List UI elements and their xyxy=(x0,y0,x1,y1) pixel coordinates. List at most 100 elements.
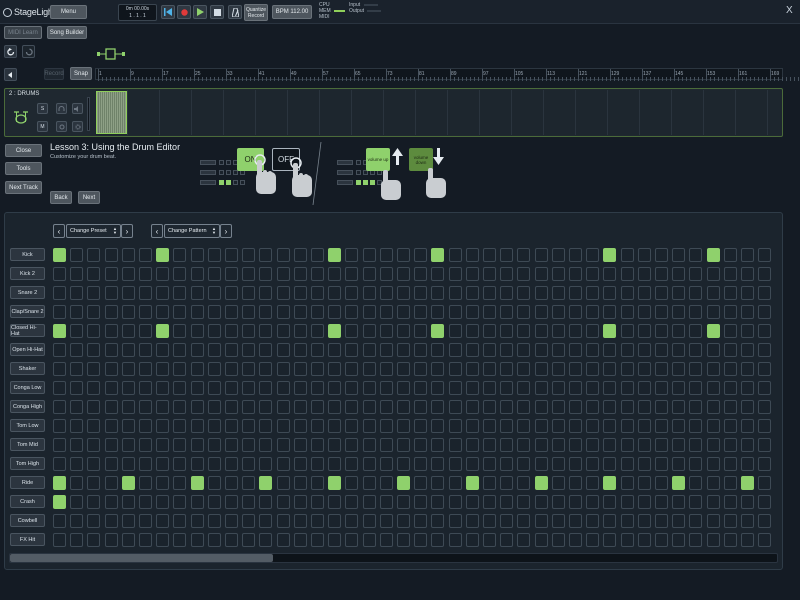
step-cell[interactable] xyxy=(207,476,221,490)
step-cell[interactable] xyxy=(517,305,531,319)
step-cell[interactable] xyxy=(448,381,462,395)
step-cell[interactable] xyxy=(620,438,634,452)
step-cell[interactable] xyxy=(328,286,342,300)
step-cell[interactable] xyxy=(156,495,170,509)
step-cell[interactable] xyxy=(689,400,703,414)
step-cell[interactable] xyxy=(414,362,428,376)
step-cell[interactable] xyxy=(70,362,84,376)
step-cell[interactable] xyxy=(637,514,651,528)
step-cell[interactable] xyxy=(500,286,514,300)
step-cell[interactable] xyxy=(741,438,754,452)
step-cell[interactable] xyxy=(70,476,84,490)
step-cell[interactable] xyxy=(414,324,428,338)
step-cell[interactable] xyxy=(311,381,324,395)
step-cell[interactable] xyxy=(379,457,393,471)
step-cell[interactable] xyxy=(741,305,754,319)
step-cell[interactable] xyxy=(741,343,754,357)
step-cell[interactable] xyxy=(345,248,359,262)
step-cell[interactable] xyxy=(379,495,393,509)
step-cell[interactable] xyxy=(569,457,582,471)
step-cell[interactable] xyxy=(603,267,617,281)
step-cell[interactable] xyxy=(723,514,737,528)
step-cell[interactable] xyxy=(397,495,410,509)
step-cell[interactable] xyxy=(741,419,754,433)
step-cell[interactable] xyxy=(345,514,359,528)
step-cell[interactable] xyxy=(345,438,359,452)
step-cell[interactable] xyxy=(741,267,754,281)
step-cell[interactable] xyxy=(173,324,187,338)
step-cell[interactable] xyxy=(500,438,514,452)
step-cell[interactable] xyxy=(190,438,204,452)
step-cell[interactable] xyxy=(448,419,462,433)
step-cell[interactable] xyxy=(53,457,66,471)
step-cell[interactable] xyxy=(379,476,393,490)
step-cell[interactable] xyxy=(207,343,221,357)
step-cell[interactable] xyxy=(706,476,720,490)
step-cell-active[interactable] xyxy=(431,248,445,262)
step-cell[interactable] xyxy=(431,400,445,414)
instrument-button[interactable]: Ride xyxy=(10,476,45,489)
step-cell[interactable] xyxy=(569,438,582,452)
step-cell[interactable] xyxy=(173,381,187,395)
step-cell[interactable] xyxy=(689,381,703,395)
step-cell[interactable] xyxy=(586,514,600,528)
step-cell[interactable] xyxy=(723,400,737,414)
step-cell[interactable] xyxy=(190,248,204,262)
step-cell[interactable] xyxy=(569,362,582,376)
step-cell[interactable] xyxy=(620,419,634,433)
step-cell[interactable] xyxy=(156,381,170,395)
step-cell[interactable] xyxy=(293,286,307,300)
step-cell[interactable] xyxy=(87,457,101,471)
step-cell[interactable] xyxy=(242,305,256,319)
step-cell[interactable] xyxy=(620,305,634,319)
step-cell[interactable] xyxy=(242,514,256,528)
step-cell[interactable] xyxy=(190,343,204,357)
step-cell[interactable] xyxy=(500,457,514,471)
step-cell[interactable] xyxy=(603,457,617,471)
step-cell[interactable] xyxy=(156,286,170,300)
step-cell[interactable] xyxy=(620,324,634,338)
step-cell[interactable] xyxy=(276,286,290,300)
step-cell[interactable] xyxy=(569,324,582,338)
step-cell[interactable] xyxy=(603,381,617,395)
step-cell[interactable] xyxy=(87,495,101,509)
step-cell[interactable] xyxy=(741,514,754,528)
step-cell[interactable] xyxy=(414,343,428,357)
step-cell[interactable] xyxy=(397,438,410,452)
step-cell[interactable] xyxy=(551,438,565,452)
step-cell[interactable] xyxy=(534,343,548,357)
step-cell[interactable] xyxy=(379,400,393,414)
step-cell[interactable] xyxy=(603,343,617,357)
step-cell[interactable] xyxy=(689,286,703,300)
step-cell[interactable] xyxy=(706,419,720,433)
step-cell[interactable] xyxy=(517,381,531,395)
step-cell[interactable] xyxy=(293,495,307,509)
step-cell[interactable] xyxy=(517,343,531,357)
step-cell[interactable] xyxy=(53,305,66,319)
step-cell[interactable] xyxy=(293,248,307,262)
step-cell[interactable] xyxy=(706,286,720,300)
step-cell[interactable] xyxy=(293,457,307,471)
step-cell[interactable] xyxy=(259,419,273,433)
step-cell[interactable] xyxy=(672,514,686,528)
step-cell[interactable] xyxy=(225,343,238,357)
step-cell[interactable] xyxy=(345,286,359,300)
step-cell[interactable] xyxy=(70,438,84,452)
step-cell[interactable] xyxy=(500,419,514,433)
step-cell[interactable] xyxy=(362,533,376,547)
step-cell[interactable] xyxy=(603,419,617,433)
step-cell[interactable] xyxy=(104,362,118,376)
step-cell[interactable] xyxy=(500,343,514,357)
step-cell[interactable] xyxy=(379,305,393,319)
step-cell-active[interactable] xyxy=(156,248,170,262)
step-cell[interactable] xyxy=(328,419,342,433)
step-cell[interactable] xyxy=(190,457,204,471)
step-cell[interactable] xyxy=(276,533,290,547)
step-cell[interactable] xyxy=(586,362,600,376)
step-cell[interactable] xyxy=(397,248,410,262)
step-cell[interactable] xyxy=(225,400,238,414)
step-cell[interactable] xyxy=(225,419,238,433)
step-cell[interactable] xyxy=(534,305,548,319)
step-cell[interactable] xyxy=(379,248,393,262)
step-cell[interactable] xyxy=(104,400,118,414)
